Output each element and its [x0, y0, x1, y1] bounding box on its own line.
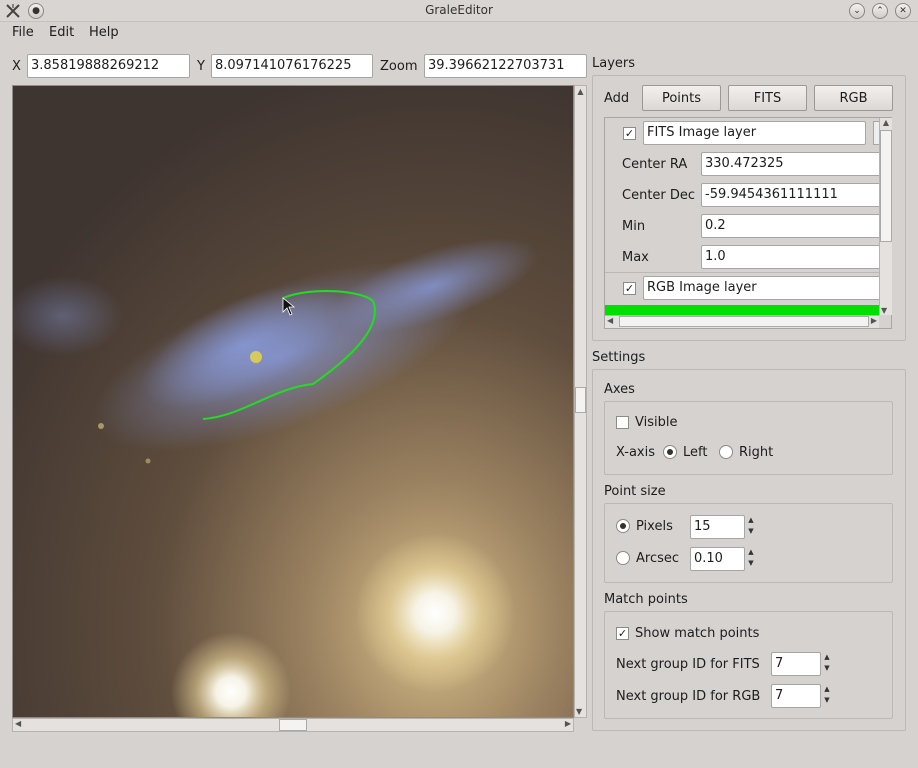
zoom-field[interactable]: 39.39662122703731	[424, 54, 587, 78]
close-button[interactable]: ✕	[895, 3, 911, 19]
fits-group-id-spinbox[interactable]: 7	[771, 652, 821, 676]
match-points-title: Match points	[604, 592, 688, 607]
image-view[interactable]	[12, 85, 574, 718]
pixels-radio[interactable]	[616, 519, 630, 533]
menu-file[interactable]: File	[12, 25, 34, 40]
center-ra-label: Center RA	[622, 157, 688, 172]
minimize-button[interactable]: ⌄	[849, 3, 865, 19]
settings-title: Settings	[592, 350, 646, 365]
rgb-layer-entry: ✓ RGB Image layer	[605, 274, 883, 304]
arcsec-spinbox[interactable]: 0.10	[690, 547, 745, 571]
add-points-button[interactable]: Points	[642, 85, 721, 111]
image-horizontal-scrollbar[interactable]: ◀ ▶	[12, 718, 574, 732]
xaxis-left-label: Left	[683, 445, 708, 460]
scroll-down-icon[interactable]: ▼	[576, 707, 582, 716]
fits-layer-name[interactable]: FITS Image layer	[643, 121, 866, 145]
spin-up-icon[interactable]: ▲	[820, 652, 834, 663]
scroll-right-icon[interactable]: ▶	[565, 719, 571, 728]
maximize-button[interactable]: ⌃	[872, 3, 888, 19]
show-match-points-label: Show match points	[635, 626, 760, 641]
layers-scroll-up-icon[interactable]: ▲	[880, 118, 892, 127]
center-ra-field[interactable]: 330.472325	[701, 152, 881, 176]
layers-title: Layers	[592, 56, 636, 71]
min-label: Min	[622, 219, 646, 234]
spin-up-icon[interactable]: ▲	[744, 547, 758, 558]
y-label: Y	[197, 59, 205, 74]
pixels-label: Pixels	[636, 519, 673, 534]
axes-visible-checkbox[interactable]	[616, 416, 629, 429]
xaxis-left-radio[interactable]	[663, 445, 677, 459]
max-field[interactable]: 1.0	[701, 245, 881, 269]
menu-edit[interactable]: Edit	[49, 25, 74, 40]
layers-list[interactable]: ✓ FITS Image layer Center RA 330.472325 …	[604, 117, 892, 329]
pixels-spin-buttons[interactable]: ▲ ▼	[744, 515, 758, 539]
spin-up-icon[interactable]: ▲	[820, 684, 834, 695]
fits-layer-checkbox[interactable]: ✓	[623, 127, 636, 140]
center-dec-label: Center Dec	[622, 188, 696, 203]
layers-vertical-scrollbar[interactable]: ▲ ▼	[879, 118, 892, 315]
layers-horizontal-scrollbar[interactable]: ◀ ▶	[605, 315, 879, 328]
fits-group-id-label: Next group ID for FITS	[616, 657, 760, 672]
spin-up-icon[interactable]: ▲	[744, 515, 758, 526]
zoom-label: Zoom	[380, 59, 418, 74]
show-match-points-checkbox[interactable]: ✓	[616, 627, 629, 640]
fits-group-id-spin-buttons[interactable]: ▲ ▼	[820, 652, 834, 676]
max-label: Max	[622, 250, 649, 265]
arcsec-spin-buttons[interactable]: ▲ ▼	[744, 547, 758, 571]
title-bar: ● GraleEditor ⌄ ⌃ ✕	[0, 0, 918, 22]
astronomy-image	[13, 86, 573, 717]
layers-scroll-down-icon[interactable]: ▼	[881, 306, 887, 315]
arcsec-radio[interactable]	[616, 551, 630, 565]
scroll-left-icon[interactable]: ◀	[15, 719, 21, 728]
x-label: X	[12, 59, 21, 74]
scroll-up-icon[interactable]: ▲	[575, 87, 586, 96]
layers-scroll-right-icon[interactable]: ▶	[871, 316, 877, 325]
selected-layer-highlight[interactable]	[605, 305, 879, 315]
add-rgb-button[interactable]: RGB	[814, 85, 893, 111]
xaxis-right-radio[interactable]	[719, 445, 733, 459]
fits-layer-entry: ✓ FITS Image layer Center RA 330.472325 …	[605, 118, 883, 273]
x-field[interactable]: 3.85819888269212	[27, 54, 190, 78]
center-dec-field[interactable]: -59.9454361111111	[701, 183, 881, 207]
axes-title: Axes	[604, 382, 635, 397]
pixels-spinbox[interactable]: 15	[690, 515, 745, 539]
add-fits-button[interactable]: FITS	[728, 85, 807, 111]
layers-scroll-thumb[interactable]	[880, 130, 892, 242]
rgb-layer-name[interactable]: RGB Image layer	[643, 276, 883, 300]
axes-group	[604, 401, 893, 475]
menu-bar: File Edit Help	[0, 22, 918, 46]
spin-down-icon[interactable]: ▼	[744, 558, 758, 569]
spin-down-icon[interactable]: ▼	[820, 695, 834, 706]
min-field[interactable]: 0.2	[701, 214, 881, 238]
axes-visible-label: Visible	[635, 415, 678, 430]
scroll-thumb[interactable]	[575, 387, 586, 413]
menu-help[interactable]: Help	[89, 25, 119, 40]
add-label: Add	[604, 91, 630, 106]
point-size-title: Point size	[604, 484, 666, 499]
rgb-layer-checkbox[interactable]: ✓	[623, 282, 636, 295]
rgb-group-id-label: Next group ID for RGB	[616, 689, 761, 704]
scroll-thumb-h[interactable]	[279, 719, 307, 731]
layers-scroll-thumb-h[interactable]	[619, 316, 869, 327]
xaxis-label: X-axis	[616, 445, 655, 460]
rgb-group-id-spin-buttons[interactable]: ▲ ▼	[820, 684, 834, 708]
spin-down-icon[interactable]: ▼	[820, 663, 834, 674]
y-field[interactable]: 8.097141076176225	[211, 54, 373, 78]
arcsec-label: Arcsec	[636, 551, 680, 566]
image-vertical-scrollbar[interactable]: ▲ ▼	[574, 85, 587, 718]
xaxis-right-label: Right	[739, 445, 774, 460]
rgb-group-id-spinbox[interactable]: 7	[771, 684, 821, 708]
window-title: GraleEditor	[425, 3, 493, 17]
layers-scroll-left-icon[interactable]: ◀	[607, 316, 613, 325]
spin-down-icon[interactable]: ▼	[744, 526, 758, 537]
